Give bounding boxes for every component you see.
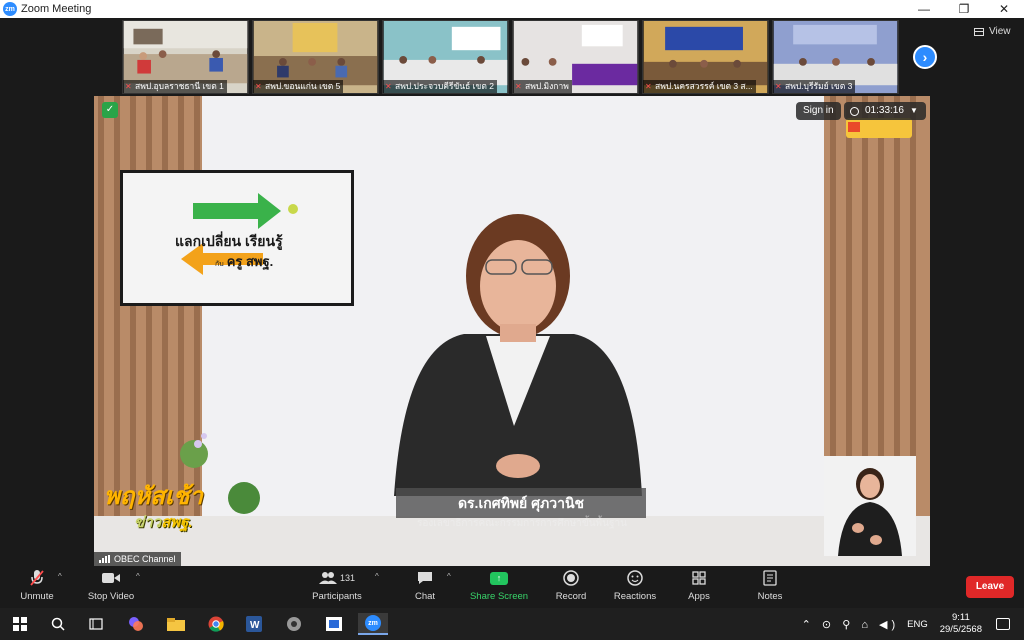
thumbnail-label: ✕ สพป.ประจวบคีรีขันธ์ เขต 2 [383, 80, 497, 93]
view-button[interactable]: View [974, 26, 1011, 37]
webcam-app-icon[interactable] [282, 613, 306, 635]
notification-icon[interactable] [996, 618, 1010, 630]
language-indicator[interactable]: ENG [907, 619, 928, 630]
zoom-taskbar-icon[interactable]: zm [358, 613, 388, 635]
leave-button[interactable]: Leave [966, 576, 1014, 598]
chat-caret-icon[interactable]: ^ [447, 572, 451, 581]
speaker-name-plate: ดร.เกศทิพย์ ศุภวานิช [396, 488, 646, 518]
mic-muted-icon: ✕ [645, 82, 652, 91]
meeting-toolbar: Unmute ^ Stop Video ^ 131 Participants ^… [0, 566, 1024, 608]
windows-taskbar: W zm ⌃ ⊙ ⚲ ⌂ ◀) ENG 9:11 29/5/2568 [0, 608, 1024, 640]
main-video[interactable]: ✓ Sign in 01:33:16 ▼ แลกเปลี่ยน เรียนรู้… [94, 96, 930, 566]
system-tray: ⌃ ⊙ ⚲ ⌂ ◀) ENG 9:11 29/5/2568 [802, 608, 1024, 640]
chrome-icon[interactable] [204, 613, 228, 635]
participant-thumbnail[interactable]: ✕ สพป.ขอนแก่น เขต 5 [252, 20, 379, 94]
file-explorer-icon[interactable] [164, 613, 188, 635]
participant-thumbnail[interactable]: ✕ สพป.บุรีรัมย์ เขต 3 [772, 20, 899, 94]
mic-muted-icon: ✕ [125, 82, 132, 91]
record-button[interactable]: Record [536, 569, 606, 602]
gallery-strip: ✕ สพป.อุบลราชธานี เขต 1 ✕ สพป.ขอนแก่น เขต … [122, 20, 902, 94]
store-app-icon[interactable] [322, 613, 346, 635]
zoom-app: zm Zoom Meeting — ❐ ✕ ✕ สพป.อุบลราชธานี เ… [0, 0, 1024, 640]
reactions-button[interactable]: Reactions [600, 569, 670, 602]
sign-in-button[interactable]: Sign in [796, 102, 841, 120]
record-icon [536, 569, 606, 587]
task-view-icon[interactable] [84, 613, 108, 635]
window-title: Zoom Meeting [21, 3, 92, 15]
zoom-logo-icon: zm [3, 2, 17, 16]
share-screen-icon: ↑ [464, 569, 534, 587]
participant-thumbnail[interactable]: ✕ สพป.มิงกาพ [512, 20, 639, 94]
show-logo-subtitle: ข่าวสพฐ. [134, 514, 193, 531]
title-bar: zm Zoom Meeting — ❐ ✕ [0, 0, 1024, 18]
encryption-shield-icon[interactable]: ✓ [102, 102, 118, 118]
tv-subheadline: กับ ครู สพฐ. [215, 254, 274, 269]
audio-options-caret-icon[interactable]: ^ [58, 572, 62, 581]
mic-muted-icon: ✕ [775, 82, 782, 91]
window-controls: — ❐ ✕ [904, 0, 1024, 18]
search-icon[interactable] [46, 613, 70, 635]
svg-text:W: W [250, 620, 260, 631]
thumbnail-label: ✕ สพป.ขอนแก่น เขต 5 [253, 80, 344, 93]
video-options-caret-icon[interactable]: ^ [136, 572, 140, 581]
maximize-button[interactable]: ❐ [944, 0, 984, 18]
tv-headline: แลกเปลี่ยน เรียนรู้ [175, 233, 283, 249]
speaker-role: รองเลขาธิการคณะกรรมการการศึกษาขั้นพื้นฐา… [417, 518, 627, 529]
thumbnail-label: ✕ สพป.นครสวรรค์ เขต 3 ส... [643, 80, 756, 93]
gallery-next-button[interactable]: › [913, 45, 937, 69]
notes-button[interactable]: Notes [735, 569, 805, 602]
participants-button[interactable]: 131 Participants [302, 569, 372, 602]
tv-screen: แลกเปลี่ยน เรียนรู้ กับ ครู สพฐ. [120, 170, 354, 306]
signal-bars-icon [99, 555, 111, 563]
participants-icon: 131 [302, 569, 372, 587]
apps-grid-icon [664, 569, 734, 587]
chevron-down-icon: ▼ [909, 106, 918, 115]
recording-timer[interactable]: 01:33:16 ▼ [844, 102, 926, 120]
participants-count: 131 [339, 573, 356, 583]
interpreter-figure [824, 456, 916, 556]
minimize-button[interactable]: — [904, 0, 944, 18]
mic-muted-icon: ✕ [255, 82, 262, 91]
tray-icons[interactable]: ⌃ ⊙ ⚲ ⌂ ◀) [802, 618, 899, 631]
chevron-right-icon: › [922, 49, 928, 65]
smiley-icon [600, 569, 670, 587]
view-grid-icon [974, 27, 984, 36]
notes-icon [735, 569, 805, 587]
participant-thumbnail[interactable]: ✕ สพป.นครสวรรค์ เขต 3 ส... [642, 20, 769, 94]
word-icon[interactable]: W [242, 613, 266, 635]
share-screen-button[interactable]: ↑ Share Screen [464, 569, 534, 602]
tv-screen-content: แลกเปลี่ยน เรียนรู้ กับ ครู สพฐ. [123, 173, 351, 303]
clock-icon [850, 106, 859, 116]
thumbnail-label: ✕ สพป.บุรีรัมย์ เขต 3 [773, 80, 856, 93]
participant-thumbnail[interactable]: ✕ สพป.อุบลราชธานี เขต 1 [122, 20, 249, 94]
participants-caret-icon[interactable]: ^ [375, 572, 379, 581]
channel-label: OBEC Channel [94, 552, 181, 566]
meeting-area: ✕ สพป.อุบลราชธานี เขต 1 ✕ สพป.ขอนแก่น เขต … [0, 18, 1024, 566]
apps-button[interactable]: Apps [664, 569, 734, 602]
mic-muted-icon: ✕ [385, 82, 392, 91]
mic-muted-icon: ✕ [515, 82, 522, 91]
sign-language-interpreter [824, 456, 916, 556]
copilot-icon[interactable] [124, 613, 148, 635]
thumbnail-label: ✕ สพป.มิงกาพ [513, 80, 572, 93]
clock[interactable]: 9:11 29/5/2568 [940, 612, 982, 636]
close-button[interactable]: ✕ [984, 0, 1024, 18]
windows-start-icon[interactable] [8, 613, 32, 635]
thumbnail-label: ✕ สพป.อุบลราชธานี เขต 1 [123, 80, 227, 93]
participant-thumbnail[interactable]: ✕ สพป.ประจวบคีรีขันธ์ เขต 2 [382, 20, 509, 94]
